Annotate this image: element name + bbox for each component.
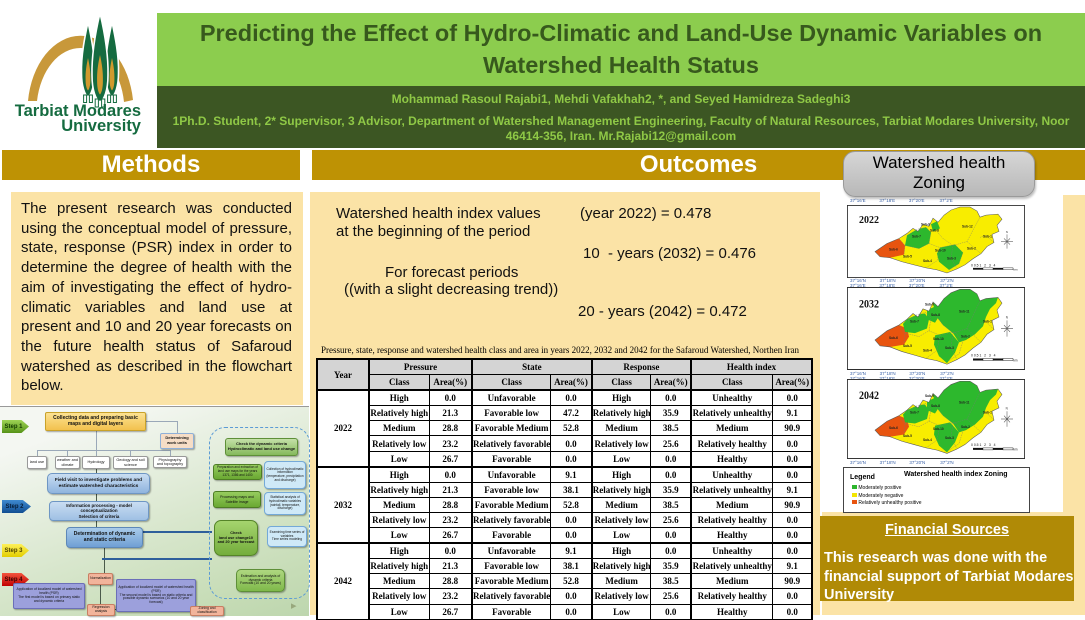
svg-text:Sub-8: Sub-8 — [931, 404, 940, 408]
svg-text:Sub-10: Sub-10 — [933, 337, 944, 341]
svg-text:Sub-11: Sub-11 — [959, 309, 970, 313]
svg-text:0 0.5 1 2 3 4: 0 0.5 1 2 3 4 — [971, 443, 995, 447]
svg-text:Sub-4: Sub-4 — [923, 438, 932, 442]
svg-text:Sub-3: Sub-3 — [945, 436, 954, 440]
svg-text:Sub-2: Sub-2 — [961, 425, 970, 429]
svg-text:Sub-10: Sub-10 — [935, 249, 946, 253]
svg-text:Sub-6: Sub-6 — [889, 426, 898, 430]
svg-text:Sub-5: Sub-5 — [903, 255, 912, 259]
svg-text:Sub-5: Sub-5 — [903, 344, 912, 348]
svg-text:Sub-9: Sub-9 — [925, 302, 934, 306]
svg-text:km: km — [1014, 267, 1018, 271]
svg-text:Sub-2: Sub-2 — [967, 247, 976, 251]
svg-text:N: N — [1006, 230, 1008, 234]
svg-text:2032: 2032 — [859, 298, 879, 311]
svg-text:Sub-10: Sub-10 — [933, 427, 944, 431]
svg-text:2042: 2042 — [859, 391, 879, 403]
svg-text:0 0.5 1 2 3 4: 0 0.5 1 2 3 4 — [971, 354, 995, 358]
svg-text:Sub-8: Sub-8 — [930, 228, 939, 232]
svg-text:Sub-7: Sub-7 — [910, 320, 919, 324]
svg-text:Sub-6: Sub-6 — [889, 336, 898, 340]
svg-text:Sub-4: Sub-4 — [923, 348, 932, 352]
svg-text:Sub-6: Sub-6 — [889, 248, 898, 252]
svg-text:2022: 2022 — [859, 215, 879, 226]
svg-text:0 0.5 1 2 3 4: 0 0.5 1 2 3 4 — [971, 263, 996, 267]
svg-text:Sub-9: Sub-9 — [925, 394, 934, 398]
svg-text:Sub-11: Sub-11 — [959, 400, 970, 404]
svg-text:km: km — [1014, 358, 1018, 362]
svg-text:Sub-1: Sub-1 — [983, 410, 992, 414]
svg-text:Sub-4: Sub-4 — [923, 259, 932, 263]
svg-text:Sub-3: Sub-3 — [947, 257, 956, 261]
svg-text:Sub-12: Sub-12 — [962, 224, 973, 228]
svg-text:Sub-8: Sub-8 — [931, 313, 940, 317]
svg-text:Sub-7: Sub-7 — [910, 410, 919, 414]
svg-text:Sub-3: Sub-3 — [945, 346, 954, 350]
svg-text:Sub-9: Sub-9 — [921, 222, 930, 226]
svg-text:Sub-1: Sub-1 — [983, 320, 992, 324]
svg-text:University: University — [61, 117, 142, 135]
svg-text:Sub-5: Sub-5 — [903, 434, 912, 438]
svg-text:Sub-1: Sub-1 — [983, 234, 992, 238]
svg-text:Sub-7: Sub-7 — [912, 234, 921, 238]
svg-text:Sub-2: Sub-2 — [961, 335, 970, 339]
svg-text:km: km — [1014, 448, 1018, 452]
